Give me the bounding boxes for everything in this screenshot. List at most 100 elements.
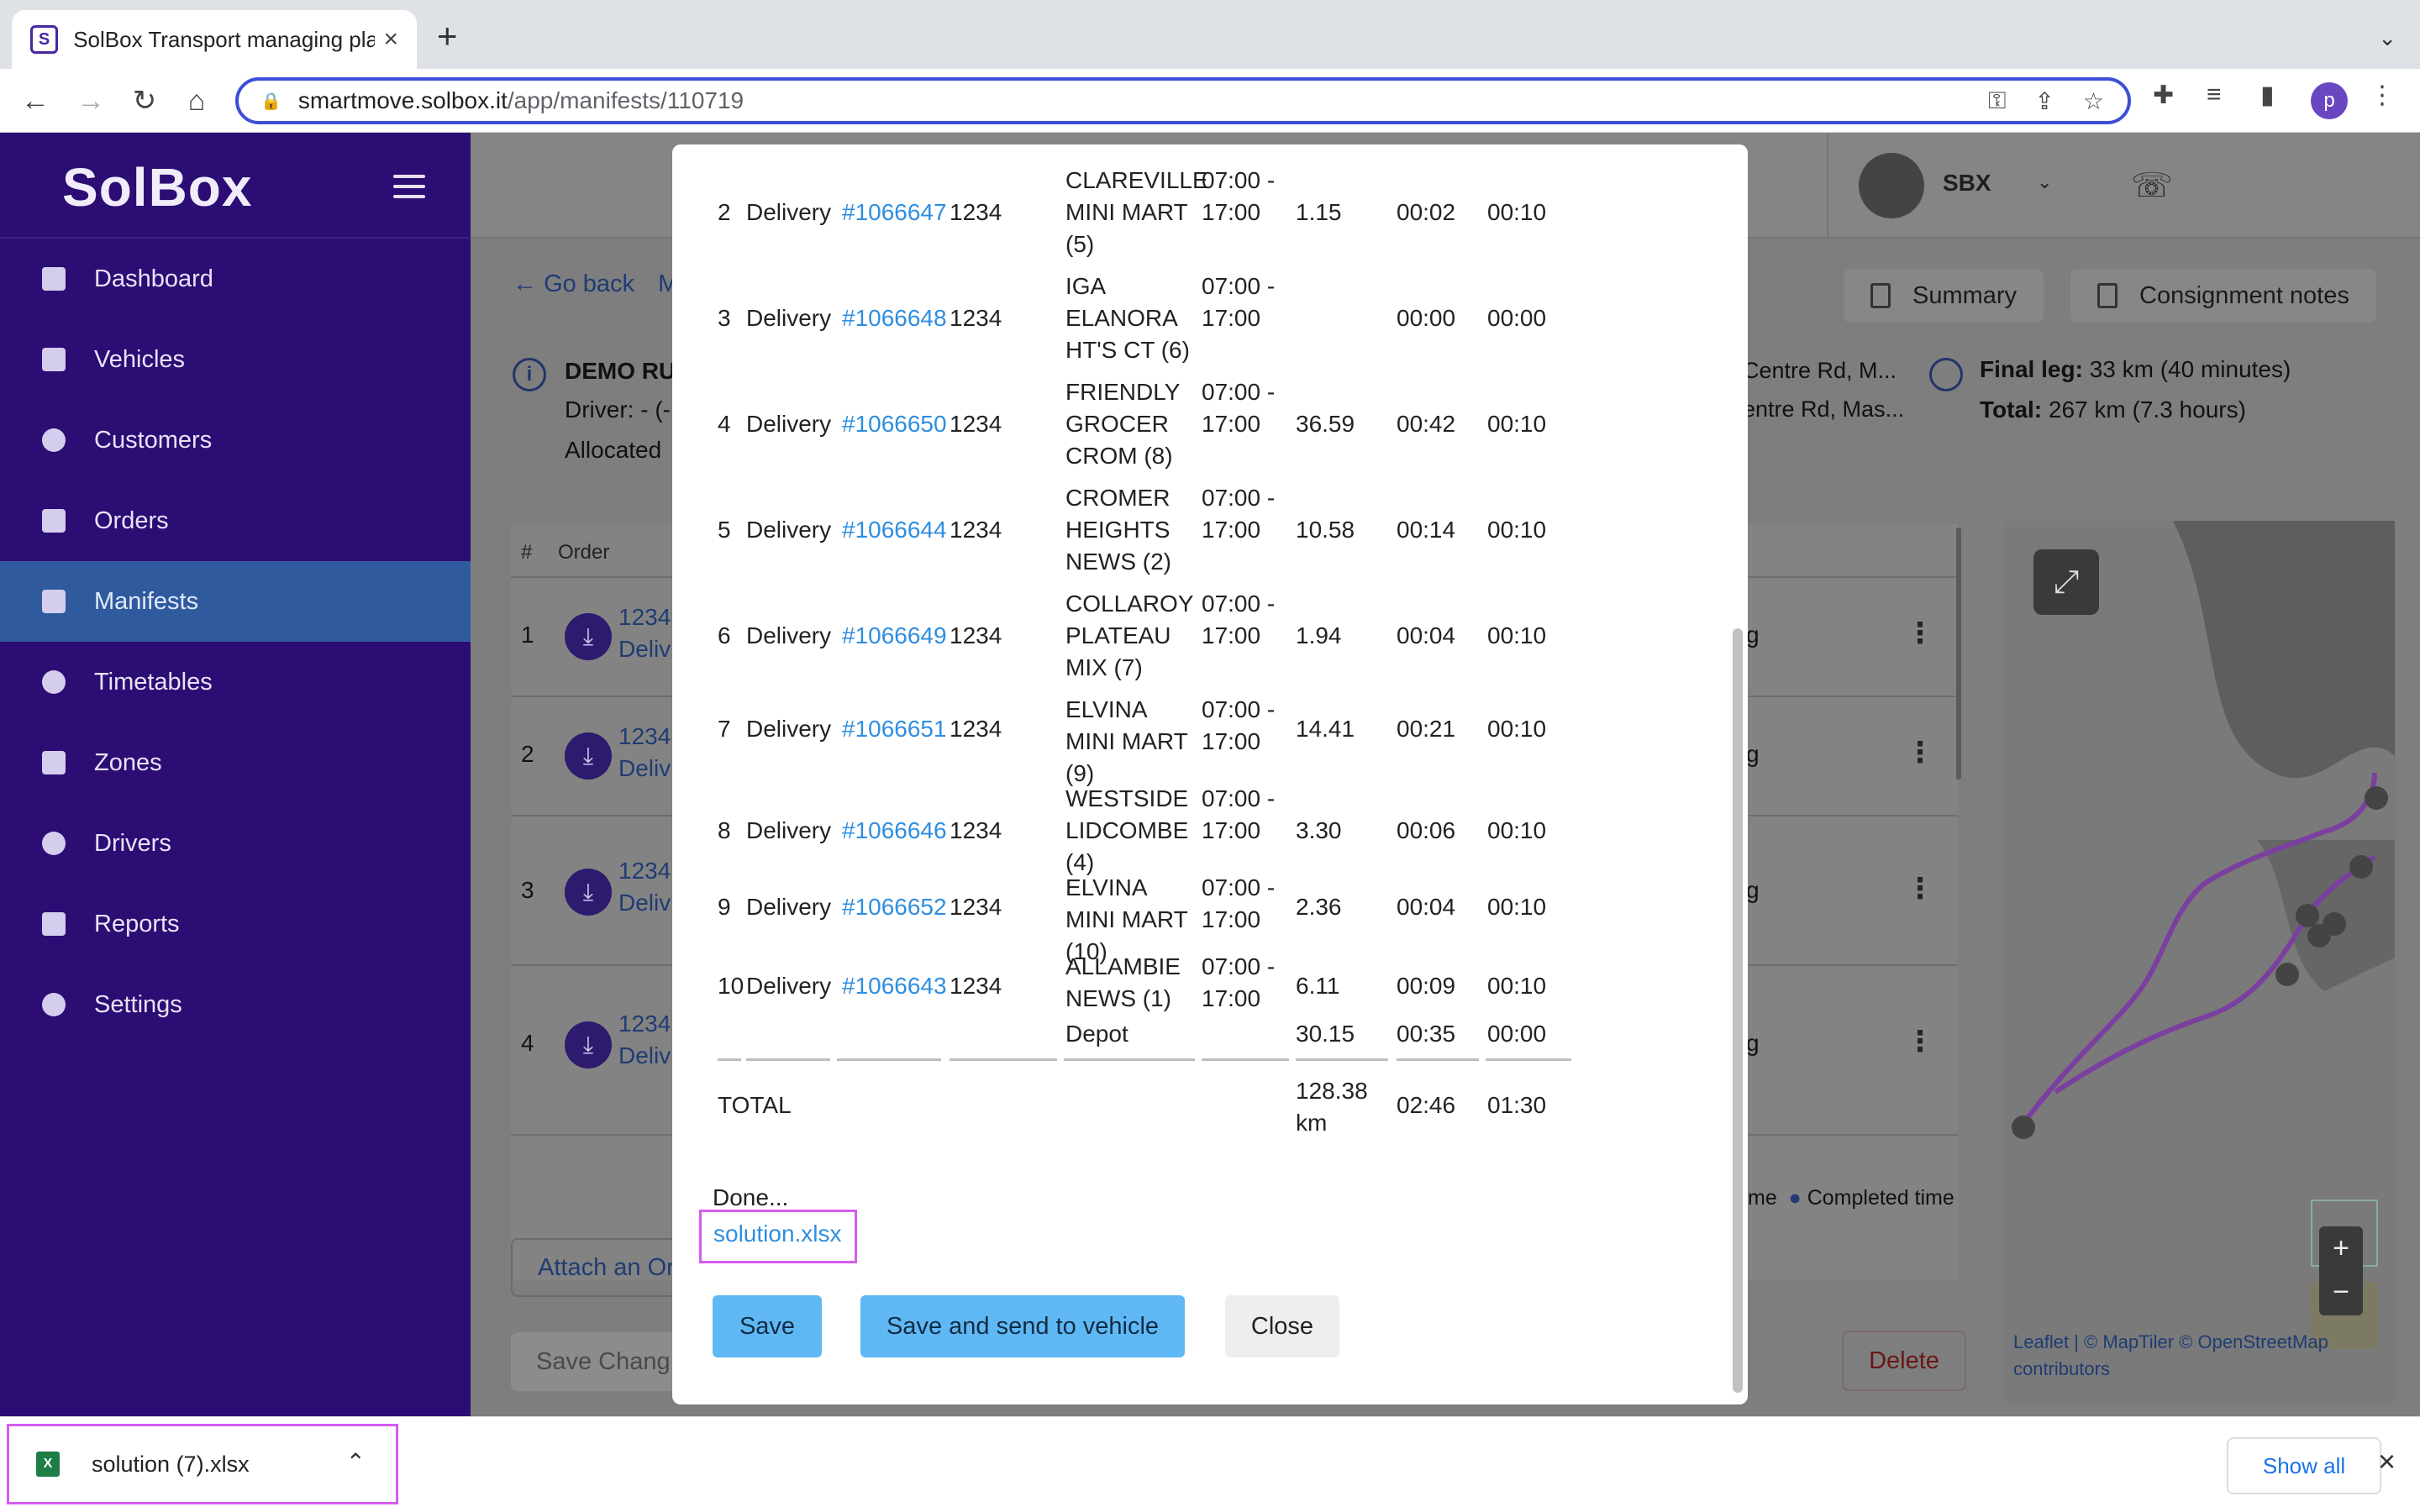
hamburger-menu-icon[interactable] [393, 175, 425, 205]
person-icon [42, 832, 66, 855]
row-menu-icon[interactable]: ⋮ [1906, 617, 1934, 650]
chevron-up-icon[interactable]: ⌃ [346, 1448, 366, 1476]
go-back-link[interactable]: ← Go back M [513, 270, 678, 298]
order-link[interactable]: #1066647 [842, 197, 947, 228]
new-tab-icon[interactable]: + [437, 18, 458, 54]
fullscreen-icon[interactable]: ⤢ [2033, 549, 2099, 615]
order-link[interactable]: #1066650 [842, 408, 947, 440]
run-title: DEMO RUI [565, 358, 682, 384]
profile-avatar[interactable]: p [2311, 82, 2348, 119]
order-link[interactable]: #1066649 [842, 620, 947, 652]
drive-time: 00:00 [1397, 305, 1456, 331]
key-icon[interactable]: ⚿ [1988, 87, 2006, 115]
save-and-send-button[interactable]: Save and send to vehicle [860, 1295, 1185, 1357]
stop-type: Delivery [746, 817, 832, 843]
dialog-scrollbar[interactable] [1733, 628, 1743, 1393]
download-item[interactable]: X solution (7).xlsx ⌃ [7, 1424, 398, 1504]
stop-index: 4 [718, 411, 731, 437]
star-icon[interactable]: ☆ [2083, 87, 2104, 115]
order-link[interactable]: 1234 Deliv [618, 855, 671, 919]
forward-arrow-icon[interactable]: → [71, 81, 111, 121]
tab-search-chevron-icon[interactable]: ⌄ [2378, 25, 2396, 51]
order-link[interactable]: #1066652 [842, 891, 947, 923]
zoom-control[interactable]: + − [2319, 1226, 2363, 1315]
route-map[interactable]: ⤢ + − Leaflet | © MapTiler © OpenStreetMa… [2005, 521, 2395, 1403]
zoom-in-icon[interactable]: + [2319, 1226, 2363, 1270]
extensions-icon[interactable]: ✚ [2153, 81, 2174, 110]
total-service: 01:30 [1487, 1092, 1547, 1118]
solution-row: 7 Delivery #1066651 1234 ELVINA MINI MART (9… [672, 694, 1706, 786]
show-all-button[interactable]: Show all [2227, 1437, 2381, 1494]
media-icon[interactable]: ≡ [2207, 81, 2222, 109]
order-code: 1234 [950, 817, 1002, 843]
time-window: 07:00 - 17:00 [1202, 379, 1276, 437]
time-window: 07:00 - 17:00 [1202, 591, 1276, 648]
browser-menu-icon[interactable]: ⋮ [2370, 81, 2395, 110]
sidebar-item-label: Timetables [94, 668, 213, 696]
start-address: Centre Rd, M... [1743, 358, 1897, 383]
close-button[interactable]: Close [1225, 1295, 1339, 1357]
map-attribution[interactable]: Leaflet | © MapTiler © OpenStreetMap cont… [2013, 1329, 2328, 1383]
order-link[interactable]: #1066644 [842, 514, 947, 546]
lock-icon: 🔒 [260, 92, 281, 111]
side-panel-icon[interactable]: ▮ [2260, 81, 2275, 110]
sidebar-item-drivers[interactable]: Drivers [0, 803, 471, 884]
browser-tab[interactable]: S SolBox Transport managing pla × [12, 10, 417, 69]
user-menu[interactable]: SBX ⌄ [1827, 133, 2420, 239]
consignment-notes-button[interactable]: Consignment notes [2070, 269, 2376, 323]
download-bar: X solution (7).xlsx ⌃ Show all × [0, 1416, 2420, 1512]
order-link[interactable]: #1066648 [842, 302, 947, 334]
order-link[interactable]: 1234 Deliv [618, 721, 671, 785]
address-bar[interactable]: 🔒 smartmove.solbox.it/app/manifests/1107… [235, 77, 2131, 124]
home-icon[interactable]: ⌂ [176, 81, 217, 121]
zoom-out-icon[interactable]: − [2319, 1270, 2363, 1314]
download-icon[interactable]: ⤓ [565, 732, 612, 780]
save-button[interactable]: Save [713, 1295, 822, 1357]
customer-name: ALLAMBIE NEWS (1) [1065, 953, 1181, 1011]
order-link[interactable]: #1066651 [842, 713, 947, 745]
order-link[interactable]: #1066643 [842, 970, 947, 1002]
sidebar-item-manifests[interactable]: Manifests [0, 561, 471, 642]
sidebar-item-reports[interactable]: Reports [0, 884, 471, 964]
stop-index: 3 [718, 305, 731, 331]
tab-close-icon[interactable]: × [383, 25, 398, 54]
reload-icon[interactable]: ↻ [124, 81, 165, 121]
close-icon[interactable]: × [2378, 1444, 2396, 1479]
download-icon[interactable]: ⤓ [565, 869, 612, 916]
consignment-label: Consignment notes [2139, 281, 2349, 309]
divider [1296, 1058, 1388, 1061]
row-menu-icon[interactable]: ⋮ [1906, 872, 1934, 906]
summary-label: Summary [1912, 281, 2018, 309]
solution-file-link[interactable]: solution.xlsx [699, 1210, 857, 1263]
download-icon[interactable]: ⤓ [565, 613, 612, 660]
sidebar-item-customers[interactable]: Customers [0, 400, 471, 480]
sidebar-item-orders[interactable]: Orders [0, 480, 471, 561]
share-icon[interactable]: ⇪ [2034, 87, 2054, 115]
sidebar-item-timetables[interactable]: Timetables [0, 642, 471, 722]
order-link[interactable]: 1234 Deliv [618, 1008, 671, 1072]
customer-name: FRIENDLY GROCER CROM (8) [1065, 379, 1180, 469]
order-link[interactable]: #1066646 [842, 815, 947, 847]
download-icon[interactable]: ⤓ [565, 1021, 612, 1068]
back-arrow-icon[interactable]: ← [15, 81, 55, 121]
order-link[interactable]: 1234 Deliv [618, 601, 671, 665]
row-menu-icon[interactable]: ⋮ [1906, 1025, 1934, 1058]
info-icon: i [513, 358, 546, 391]
attribution-line-2[interactable]: contributors [2013, 1358, 2110, 1379]
folder-icon [42, 509, 66, 533]
sidebar-item-settings[interactable]: Settings [0, 964, 471, 1045]
save-changes-button[interactable]: Save Chang [511, 1332, 696, 1391]
sidebar-item-dashboard[interactable]: Dashboard [0, 239, 471, 319]
row-menu-icon[interactable]: ⋮ [1906, 736, 1934, 769]
table-scrollbar[interactable] [1956, 528, 1961, 780]
summary-button[interactable]: Summary [1844, 269, 2044, 323]
solution-row: 4 Delivery #1066650 1234 FRIENDLY GROCER CRO… [672, 376, 1706, 472]
solution-row: 8 Delivery #1066646 1234 WESTSIDE LIDCOMBE (… [672, 783, 1706, 879]
order-code: 1234 [950, 411, 1002, 437]
time-window: 07:00 - 17:00 [1202, 485, 1276, 543]
sidebar-item-zones[interactable]: Zones [0, 722, 471, 803]
attribution-line-1[interactable]: Leaflet | © MapTiler © OpenStreetMap [2013, 1331, 2328, 1352]
stop-index: 2 [718, 199, 731, 225]
delete-button[interactable]: Delete [1842, 1331, 1966, 1391]
sidebar-item-vehicles[interactable]: Vehicles [0, 319, 471, 400]
